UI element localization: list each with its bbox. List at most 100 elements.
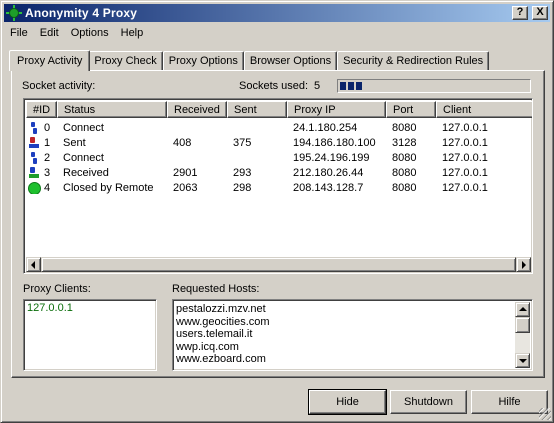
host-item[interactable]: wwp.icq.com [173, 341, 532, 354]
scroll-track[interactable] [515, 333, 530, 353]
scroll-down-icon[interactable] [515, 353, 530, 368]
cell-client: 127.0.0.1 [436, 151, 532, 164]
title-bar[interactable]: Anonymity 4 Proxy ? X [4, 4, 550, 22]
cell-id: 2 [26, 151, 57, 164]
hide-button[interactable]: Hide [308, 389, 387, 415]
received-icon [28, 166, 40, 179]
cell-received: 408 [167, 137, 227, 149]
cell-text: 8080 [392, 166, 417, 179]
cell-text: 8080 [392, 151, 417, 164]
hilfe-button[interactable]: Hilfe [471, 390, 548, 414]
host-item[interactable]: www.ezboard.com [173, 353, 532, 366]
column-status[interactable]: Status [57, 101, 167, 118]
list-rows: 0 Connect 24.1.180.254 8080 127.0.0.1 1 Sent 40… [26, 120, 532, 195]
cell-status: Sent [57, 137, 167, 149]
cell-text: 408 [173, 136, 192, 149]
cell-client: 127.0.0.1 [436, 137, 532, 149]
host-item[interactable]: users.telemail.it [173, 328, 532, 341]
connections-list[interactable]: #ID Status Received Sent Proxy IP Port C… [23, 98, 533, 274]
column-id[interactable]: #ID [26, 101, 57, 118]
cell-text: Sent [63, 136, 86, 149]
cell-port: 8080 [386, 152, 436, 164]
menu-options[interactable]: Options [65, 27, 115, 39]
connect-icon [28, 121, 40, 134]
close-button[interactable]: X [532, 6, 548, 20]
column-proxy-ip[interactable]: Proxy IP [287, 101, 386, 118]
cell-status: Received [57, 167, 167, 179]
scroll-right-icon[interactable] [516, 257, 531, 272]
tab-proxy-options[interactable]: Proxy Options [162, 51, 244, 70]
cell-text: 2063 [173, 181, 198, 194]
menu-help[interactable]: Help [115, 27, 150, 39]
cell-text: 0 [44, 121, 51, 134]
cell-text: Connect [63, 151, 104, 164]
cell-text: 212.180.26.44 [293, 166, 364, 179]
cell-proxy-ip: 24.1.180.254 [287, 122, 386, 134]
proxy-client-item[interactable]: 127.0.0.1 [24, 302, 156, 315]
cell-text: 2 [44, 151, 51, 164]
help-button[interactable]: ? [512, 6, 528, 20]
scroll-up-icon[interactable] [515, 302, 530, 317]
cell-text: 2901 [173, 166, 198, 179]
scroll-left-icon[interactable] [26, 257, 41, 272]
cell-port: 8080 [386, 182, 436, 194]
resize-grip-icon[interactable] [539, 408, 551, 420]
table-row[interactable]: 1 Sent 408 375 194.186.180.100 3128 127.0.0.1 [26, 135, 532, 150]
meter-segment [356, 82, 362, 90]
column-sent[interactable]: Sent [227, 101, 287, 118]
table-row[interactable]: 0 Connect 24.1.180.254 8080 127.0.0.1 [26, 120, 532, 135]
tab-proxy-activity[interactable]: Proxy Activity [9, 50, 91, 71]
cell-text: 3 [44, 166, 51, 179]
menu-file[interactable]: File [4, 27, 34, 39]
cell-text: Closed by Remote [63, 181, 154, 194]
cell-port: 3128 [386, 137, 436, 149]
scroll-thumb[interactable] [41, 257, 516, 272]
cell-sent: 298 [227, 182, 287, 194]
main-window: Anonymity 4 Proxy ? X File Edit Options … [0, 0, 554, 423]
tab-security-redirection-rules[interactable]: Security & Redirection Rules [337, 51, 490, 70]
vertical-scrollbar[interactable] [515, 302, 530, 368]
cell-text: 3128 [392, 136, 417, 149]
scroll-thumb[interactable] [515, 317, 530, 333]
cell-text: 127.0.0.1 [442, 181, 488, 194]
cell-text: 24.1.180.254 [293, 121, 358, 134]
list-header: #ID Status Received Sent Proxy IP Port C… [26, 101, 532, 118]
proxy-clients-list[interactable]: 127.0.0.1 [23, 299, 157, 371]
column-received[interactable]: Received [167, 101, 227, 118]
sockets-used-label: Sockets used: [239, 80, 309, 92]
tab-strip: Proxy Activity Proxy Check Proxy Options… [9, 49, 490, 71]
cell-port: 8080 [386, 167, 436, 179]
horizontal-scrollbar[interactable] [26, 257, 531, 272]
host-item[interactable]: pestalozzi.mzv.net [173, 303, 532, 316]
shutdown-button[interactable]: Shutdown [390, 390, 467, 414]
menu-edit[interactable]: Edit [34, 27, 65, 39]
requested-hosts-list[interactable]: pestalozzi.mzv.net www.geocities.com use… [172, 299, 533, 371]
menu-bar: File Edit Options Help [4, 23, 149, 42]
cell-text: 127.0.0.1 [442, 121, 488, 134]
cell-received: 2901 [167, 167, 227, 179]
cell-text: 127.0.0.1 [442, 166, 488, 179]
cell-text: 8080 [392, 121, 417, 134]
cell-text: 127.0.0.1 [442, 151, 488, 164]
table-row[interactable]: 2 Connect 195.24.196.199 8080 127.0.0.1 [26, 150, 532, 165]
window-title: Anonymity 4 Proxy [25, 6, 138, 20]
column-client[interactable]: Client [436, 101, 532, 118]
cell-id: 3 [26, 166, 57, 179]
cell-text: 1 [44, 136, 51, 149]
cell-text: 4 [44, 181, 51, 194]
cell-proxy-ip: 194.186.180.100 [287, 137, 386, 149]
table-row[interactable]: 4 Closed by Remote 2063 298 208.143.128.7 808… [26, 180, 532, 195]
host-item[interactable]: www.geocities.com [173, 316, 532, 329]
tab-browser-options[interactable]: Browser Options [243, 51, 338, 70]
socket-activity-label: Socket activity: [22, 80, 96, 92]
meter-segment [348, 82, 354, 90]
column-port[interactable]: Port [386, 101, 436, 118]
cell-status: Connect [57, 152, 167, 164]
cell-text: 293 [233, 166, 252, 179]
tab-proxy-check[interactable]: Proxy Check [88, 51, 163, 70]
table-row[interactable]: 3 Received 2901 293 212.180.26.44 8080 127.0.0… [26, 165, 532, 180]
cell-sent: 293 [227, 167, 287, 179]
cell-port: 8080 [386, 122, 436, 134]
connect-icon [28, 151, 40, 164]
cell-text: 208.143.128.7 [293, 181, 364, 194]
